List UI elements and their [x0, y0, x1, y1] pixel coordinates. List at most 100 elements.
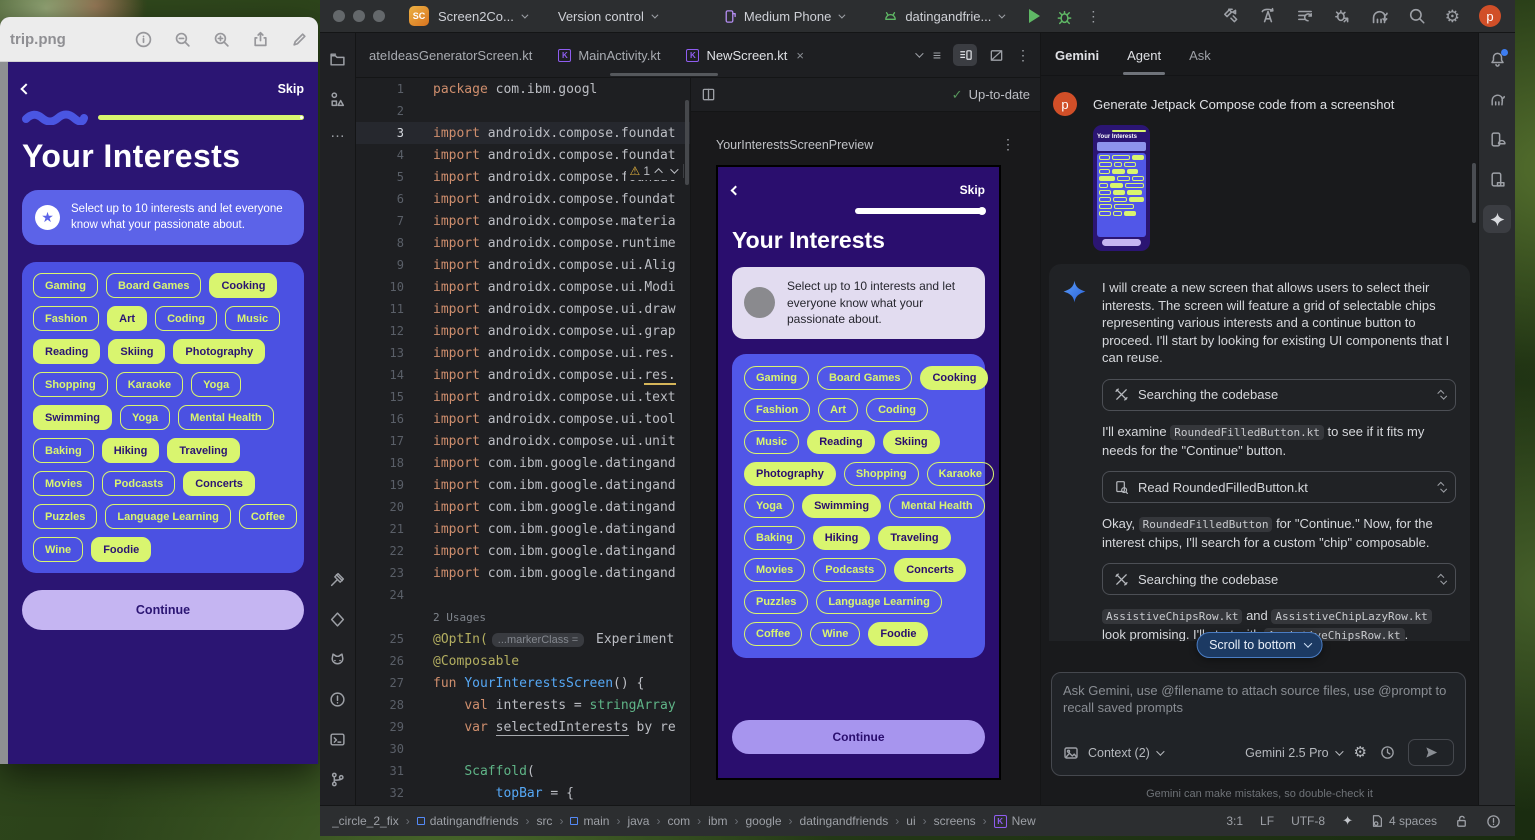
structure-icon[interactable]: [324, 85, 352, 113]
preview-layout-icon[interactable]: [701, 87, 716, 102]
interest-chip[interactable]: Fashion: [33, 306, 99, 331]
notifications-bell-icon[interactable]: [1483, 45, 1511, 73]
tab-list-chevron-icon[interactable]: [915, 49, 923, 57]
inspection-widget[interactable]: ⚠ 1: [626, 162, 688, 180]
tool-call-box[interactable]: Searching the codebase: [1102, 563, 1456, 595]
device-selector[interactable]: Medium Phone: [722, 9, 843, 24]
interest-chip[interactable]: Shopping: [33, 372, 108, 397]
profiler-icon[interactable]: [1333, 7, 1351, 25]
interest-chip[interactable]: Art: [107, 306, 147, 331]
interest-chip[interactable]: Cooking: [209, 273, 277, 298]
interest-chip[interactable]: Podcasts: [102, 471, 175, 496]
back-icon[interactable]: [20, 83, 31, 94]
rename-refactor-icon[interactable]: [1259, 7, 1277, 25]
indent-setting[interactable]: 4 spaces: [1370, 814, 1437, 828]
chat-scrollbar[interactable]: [1472, 163, 1476, 223]
interest-chip[interactable]: Movies: [744, 558, 805, 582]
next-problem-icon[interactable]: [670, 165, 678, 173]
interest-chip[interactable]: Yoga: [191, 372, 241, 397]
caret-position[interactable]: 3:1: [1226, 814, 1243, 828]
interest-chip[interactable]: Yoga: [120, 405, 170, 430]
model-selector[interactable]: Gemini 2.5 Pro: [1245, 746, 1340, 760]
context-selector[interactable]: Context (2): [1088, 746, 1162, 760]
error-analysis-icon[interactable]: [1486, 814, 1501, 829]
zoom-out-icon[interactable]: [174, 31, 191, 48]
gemini-settings-icon[interactable]: ⚙: [1354, 745, 1367, 760]
interest-chip[interactable]: Baking: [33, 438, 94, 463]
interest-chip[interactable]: Gaming: [744, 366, 809, 390]
interest-chip[interactable]: Foodie: [91, 537, 151, 562]
interest-chip[interactable]: Board Games: [817, 366, 913, 390]
build-run-tools-icon[interactable]: [1222, 7, 1240, 25]
interest-chip[interactable]: Puzzles: [33, 504, 97, 529]
interest-chip[interactable]: Hiking: [813, 526, 871, 550]
interest-chip[interactable]: Baking: [744, 526, 805, 550]
close-window-button[interactable]: [333, 10, 345, 22]
interest-chip[interactable]: Photography: [173, 339, 265, 364]
tool-call-box[interactable]: Searching the codebase: [1102, 379, 1456, 411]
interest-chip[interactable]: Photography: [744, 462, 836, 486]
editor-tab[interactable]: KNewScreen.kt×: [673, 33, 817, 77]
tab-agent[interactable]: Agent: [1127, 48, 1161, 75]
interest-chip[interactable]: Traveling: [167, 438, 239, 463]
gradle-sync-icon[interactable]: [1370, 7, 1389, 26]
tab-scrollbar[interactable]: [610, 73, 718, 76]
todo-list-icon[interactable]: [1296, 7, 1314, 25]
expander-icon[interactable]: [1440, 482, 1445, 492]
build-hammer-icon[interactable]: [324, 565, 352, 593]
breadcrumb-item[interactable]: datingandfriends: [417, 814, 519, 828]
logcat-icon[interactable]: [324, 645, 352, 673]
terminal-icon[interactable]: [324, 725, 352, 753]
gemini-prompt-input[interactable]: [1063, 682, 1454, 730]
interest-chip[interactable]: Karaoke: [116, 372, 183, 397]
device-manager-icon[interactable]: [1483, 125, 1511, 153]
split-view-icon[interactable]: [953, 44, 977, 66]
interest-chip[interactable]: Music: [225, 306, 280, 331]
share-icon[interactable]: [252, 31, 269, 48]
expander-icon[interactable]: [1440, 390, 1445, 400]
interest-chip[interactable]: Board Games: [106, 273, 202, 298]
back-icon[interactable]: [731, 185, 741, 195]
editor-scrollbar[interactable]: [685, 100, 689, 185]
interest-chip[interactable]: Foodie: [868, 622, 928, 646]
tab-options-icon[interactable]: ⋮: [1016, 48, 1030, 62]
settings-gear-icon[interactable]: ⚙: [1445, 8, 1460, 25]
vcs-selector[interactable]: Version control: [558, 9, 656, 24]
interest-chip[interactable]: Swimming: [802, 494, 881, 518]
gemini-input-box[interactable]: Context (2) Gemini 2.5 Pro ⚙: [1051, 672, 1466, 776]
interest-chip[interactable]: Movies: [33, 471, 94, 496]
interest-chip[interactable]: Wine: [33, 537, 83, 562]
interest-chip[interactable]: Fashion: [744, 398, 810, 422]
interest-chip[interactable]: Shopping: [844, 462, 919, 486]
readonly-lock-icon[interactable]: [1454, 814, 1469, 829]
running-devices-icon[interactable]: [1483, 165, 1511, 193]
skip-button[interactable]: Skip: [960, 183, 985, 197]
debug-button[interactable]: [1056, 8, 1073, 25]
code-editor[interactable]: 1package com.ibm.googl23import androidx.…: [356, 78, 690, 805]
breadcrumb-item[interactable]: KNew: [994, 814, 1036, 828]
design-view-icon[interactable]: [989, 48, 1004, 63]
breadcrumb-item[interactable]: com: [667, 814, 690, 828]
breadcrumb-item[interactable]: screens: [934, 814, 976, 828]
interest-chip[interactable]: Traveling: [878, 526, 950, 550]
interest-chip[interactable]: Skiing: [108, 339, 165, 364]
spark-icon[interactable]: ✦: [1342, 813, 1353, 829]
gradle-icon[interactable]: [1483, 85, 1511, 113]
version-control-icon[interactable]: [324, 765, 352, 793]
interest-chip[interactable]: Skiing: [883, 430, 940, 454]
project-folder-icon[interactable]: [324, 45, 352, 73]
continue-button[interactable]: Continue: [732, 720, 985, 754]
interest-chip[interactable]: Art: [818, 398, 858, 422]
breadcrumb-item[interactable]: google: [745, 814, 781, 828]
skip-button[interactable]: Skip: [278, 82, 304, 96]
line-ending[interactable]: LF: [1260, 814, 1274, 828]
interest-chip[interactable]: Reading: [807, 430, 874, 454]
continue-button[interactable]: Continue: [22, 590, 304, 630]
interest-chip[interactable]: Cooking: [920, 366, 988, 390]
interest-chip[interactable]: Mental Health: [889, 494, 985, 518]
info-icon[interactable]: [135, 31, 152, 48]
gemini-tool-icon[interactable]: [1483, 205, 1511, 233]
interest-chip[interactable]: Podcasts: [813, 558, 886, 582]
more-tool-windows-icon[interactable]: …: [330, 125, 345, 140]
interest-chip[interactable]: Wine: [810, 622, 860, 646]
